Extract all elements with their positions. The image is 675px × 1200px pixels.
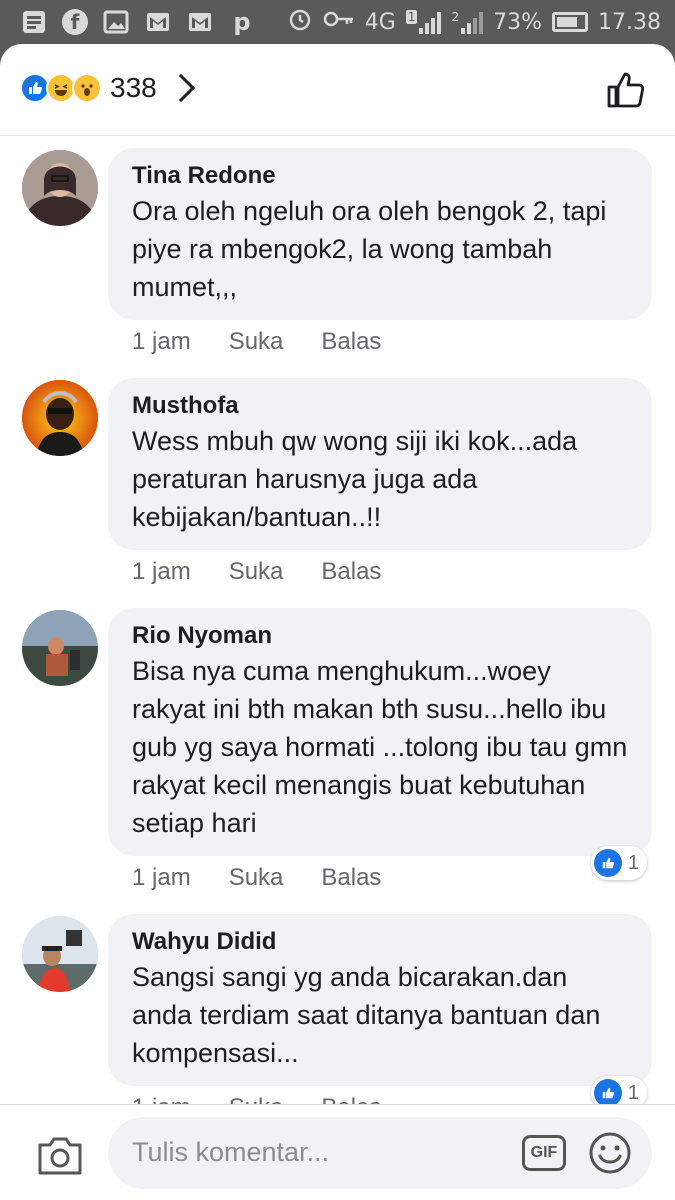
reaction-count: 338: [110, 72, 157, 103]
camera-button[interactable]: [36, 1133, 84, 1177]
comment-author[interactable]: Rio Nyoman: [132, 620, 630, 652]
comment-item: Wahyu Didid Sangsi sangi yg anda bicarak…: [0, 914, 675, 1121]
reaction-summary[interactable]: 338: [20, 72, 195, 104]
comment-reaction-count: 1: [627, 1081, 639, 1104]
comment-time: 1 jam: [132, 328, 191, 355]
p-app-icon: p: [233, 8, 251, 36]
alarm-icon: [287, 6, 313, 38]
like-icon: [593, 849, 622, 877]
comment-text: Bisa nya cuma menghukum...woey rakyat in…: [132, 656, 628, 838]
wow-icon: [72, 73, 102, 103]
comment-input-placeholder: Tulis komentar...: [132, 1137, 330, 1167]
comment-bubble[interactable]: Rio Nyoman Bisa nya cuma menghukum...woe…: [108, 608, 652, 856]
chevron-right-icon: [166, 73, 195, 103]
like-comment-button[interactable]: Suka: [229, 864, 284, 892]
gmail-icon: [144, 8, 172, 36]
like-comment-button[interactable]: Suka: [229, 558, 284, 586]
comment-item: Musthofa Wess mbuh qw wong siji iki kok.…: [0, 378, 675, 598]
battery-percent: 73%: [493, 9, 543, 35]
comment-time: 1 jam: [132, 864, 191, 891]
sim2-label: 2: [451, 10, 460, 24]
signal-icon-sim1: 1: [405, 10, 442, 34]
comment-author[interactable]: Musthofa: [132, 390, 630, 422]
comment-bubble[interactable]: Tina Redone Ora oleh ngeluh ora oleh ben…: [108, 148, 652, 320]
comment-item: Rio Nyoman Bisa nya cuma menghukum...woe…: [0, 608, 675, 904]
messages-icon: [20, 8, 48, 36]
like-comment-button[interactable]: Suka: [229, 328, 284, 356]
avatar[interactable]: [22, 150, 98, 226]
comment-author[interactable]: Tina Redone: [132, 160, 630, 192]
gif-button[interactable]: GIF: [522, 1135, 566, 1171]
network-type: 4G: [364, 9, 396, 35]
comment-actions: 1 jam Suka Balas: [132, 558, 381, 586]
reply-button[interactable]: Balas: [321, 864, 381, 892]
comment-bubble[interactable]: Wahyu Didid Sangsi sangi yg anda bicarak…: [108, 914, 652, 1086]
system-indicators: 4G 1 2 73% 17.38: [287, 6, 661, 38]
comment-author[interactable]: Wahyu Didid: [132, 926, 630, 958]
comment-reaction-count: 1: [627, 851, 639, 874]
comment-item: Tina Redone Ora oleh ngeluh ora oleh ben…: [0, 148, 675, 368]
gmail-icon-2: [186, 8, 214, 36]
comment-bubble[interactable]: Musthofa Wess mbuh qw wong siji iki kok.…: [108, 378, 652, 550]
avatar[interactable]: [22, 380, 98, 456]
facebook-icon: f: [62, 9, 88, 35]
avatar[interactable]: [22, 610, 98, 686]
comment-reaction-badge[interactable]: 1: [590, 846, 647, 880]
comment-text: Wess mbuh qw wong siji iki kok...ada per…: [132, 426, 578, 532]
like-icon: [593, 1079, 622, 1107]
reply-button[interactable]: Balas: [321, 328, 381, 356]
comment-actions: 1 jam Suka Balas: [132, 864, 381, 892]
comment-text: Sangsi sangi yg anda bicarakan.dan anda …: [132, 962, 601, 1068]
battery-icon: [552, 12, 589, 32]
status-bar: f p 4G 1 2 73% 17.38: [0, 0, 675, 44]
reaction-summary-bar[interactable]: 338: [0, 44, 675, 136]
clock: 17.38: [598, 9, 661, 35]
comment-text: Ora oleh ngeluh ora oleh bengok 2, tapi …: [132, 196, 607, 302]
comment-time: 1 jam: [132, 558, 191, 585]
sim1-label: 1: [405, 10, 418, 24]
signal-icon-sim2: 2: [451, 10, 484, 34]
emoji-button[interactable]: [588, 1131, 632, 1175]
comments-sheet: 338 Tina Redone Ora oleh ngeluh ora oleh…: [0, 44, 675, 1200]
like-button[interactable]: [605, 70, 645, 110]
key-icon: [323, 9, 355, 35]
comment-input[interactable]: Tulis komentar... GIF: [108, 1117, 652, 1189]
avatar[interactable]: [22, 916, 98, 992]
comment-actions: 1 jam Suka Balas: [132, 328, 381, 356]
comment-composer: Tulis komentar... GIF: [0, 1104, 675, 1200]
notification-icons: f p: [20, 8, 256, 36]
gallery-icon: [102, 8, 130, 36]
reply-button[interactable]: Balas: [321, 558, 381, 586]
